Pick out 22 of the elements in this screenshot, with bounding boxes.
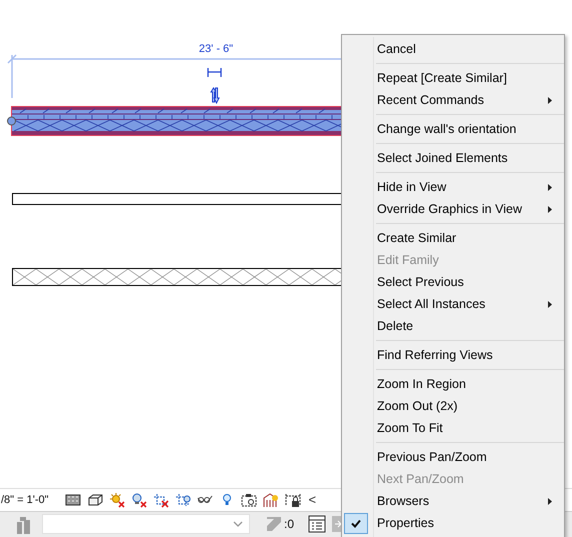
menu-item[interactable]: Properties: [344, 512, 564, 534]
menu-item[interactable]: Delete: [344, 315, 564, 337]
menu-item[interactable]: Recent Commands: [344, 89, 564, 111]
menu-item[interactable]: Repeat [Create Similar]: [344, 67, 564, 89]
dimension-text[interactable]: 23' - 6": [198, 43, 234, 55]
menu-item[interactable]: Select Joined Elements: [344, 147, 564, 169]
menu-item[interactable]: Previous Pan/Zoom: [344, 446, 564, 468]
menu-item[interactable]: Create Similar: [344, 227, 564, 249]
menu-item[interactable]: Zoom To Fit: [344, 417, 564, 439]
menu-item[interactable]: Hide in View: [344, 176, 564, 198]
menu-item[interactable]: Find Referring Views: [344, 344, 564, 366]
collapse-button[interactable]: <: [308, 492, 316, 508]
menu-item[interactable]: Zoom Out (2x): [344, 395, 564, 417]
menu-item[interactable]: Select Previous: [344, 271, 564, 293]
menu-item[interactable]: Browsers: [344, 490, 564, 512]
menu-item[interactable]: Zoom In Region: [344, 373, 564, 395]
menu-item[interactable]: Cancel: [344, 38, 564, 60]
scale-text[interactable]: /8" = 1'-0": [1, 494, 49, 506]
selection-count: :0: [284, 517, 296, 532]
menu-item[interactable]: Override Graphics in View: [344, 198, 564, 220]
menu-item[interactable]: Change wall's orientation: [344, 118, 564, 140]
menu-item[interactable]: Select All Instances: [344, 293, 564, 315]
